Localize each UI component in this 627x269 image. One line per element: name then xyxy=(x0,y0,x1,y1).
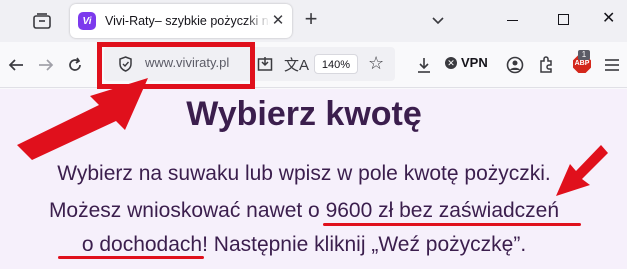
page-save-icon[interactable] xyxy=(257,56,273,72)
star-icon[interactable]: ☆ xyxy=(368,53,384,74)
menu-icon[interactable] xyxy=(603,56,621,74)
close-icon[interactable]: ✕ xyxy=(270,13,286,29)
intro-line-2: Możesz wnioskować nawet o 9600 zł bez za… xyxy=(0,199,608,223)
vpn-button[interactable]: ✕ VPN xyxy=(445,55,488,70)
vivi-favicon-icon: Vi xyxy=(78,12,96,30)
reload-icon[interactable] xyxy=(66,56,84,74)
tabs-menu-icon[interactable] xyxy=(33,13,51,29)
income-proof-text: o dochodach! xyxy=(81,233,208,256)
back-arrow-icon[interactable] xyxy=(7,56,25,74)
nav-toolbar: www.viviraty.pl 文A 140% ☆ ✕ VPN ABP 1 xyxy=(0,42,627,88)
plus-icon[interactable]: + xyxy=(300,8,322,31)
maximize-icon[interactable] xyxy=(558,14,569,25)
extensions-icon[interactable] xyxy=(537,56,555,74)
vpn-off-icon: ✕ xyxy=(445,56,457,69)
page-content: Wybierz kwotę Wybierz na suwaku lub wpis… xyxy=(0,89,627,269)
zoom-level[interactable]: 140% xyxy=(314,54,358,74)
chevron-down-icon[interactable] xyxy=(431,13,445,27)
download-icon[interactable] xyxy=(415,56,433,74)
adblock-count-badge: 1 xyxy=(578,50,590,60)
intro-line-3-end: Następnie kliknij „Weź pożyczkę”. xyxy=(207,233,527,256)
intro-line-1: Wybierz na suwaku lub wpisz w pole kwotę… xyxy=(57,162,551,185)
account-icon[interactable] xyxy=(506,56,524,74)
url-highlight-box xyxy=(97,42,255,89)
translate-icon[interactable]: 文A xyxy=(284,54,309,75)
intro-line-2-start: Możesz wnioskować nawet o xyxy=(48,199,326,222)
window-close-icon[interactable]: ✕ xyxy=(602,11,618,27)
amount-underline xyxy=(323,223,581,226)
active-tab[interactable]: Vi Vivi-Raty– szybkie pożyczki na r ✕ xyxy=(70,4,292,38)
minimize-icon[interactable] xyxy=(507,20,518,21)
forward-arrow-icon[interactable] xyxy=(37,56,55,74)
tab-title: Vivi-Raty– szybkie pożyczki na r xyxy=(105,14,270,28)
max-amount-text: 9600 zł bez zaświadczeń xyxy=(325,199,560,222)
tab-strip: Vi Vivi-Raty– szybkie pożyczki na r ✕ + … xyxy=(0,0,627,42)
income-underline xyxy=(58,256,204,259)
intro-line-3: o dochodach! Następnie kliknij „Weź poży… xyxy=(0,233,608,257)
vpn-label: VPN xyxy=(461,55,488,70)
page-title: Wybierz kwotę xyxy=(186,95,422,133)
